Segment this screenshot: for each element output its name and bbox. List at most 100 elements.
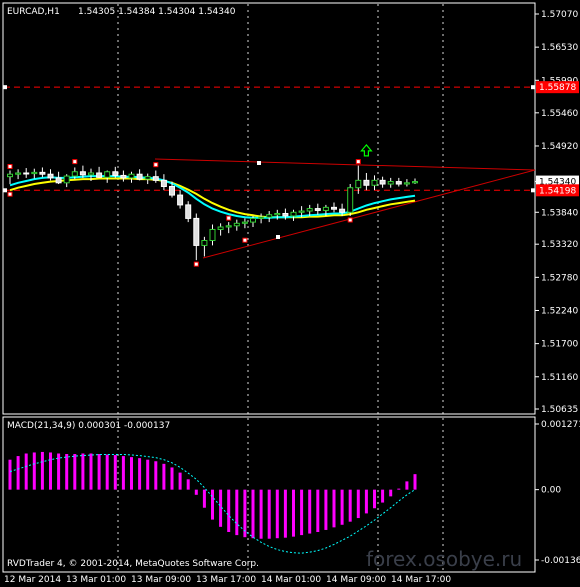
candle — [136, 169, 143, 181]
macd-bar — [154, 461, 158, 490]
macd-bar — [300, 489, 304, 536]
macd-bar — [194, 489, 198, 495]
candle-body — [169, 185, 175, 196]
candle-body — [290, 211, 297, 217]
candle — [241, 218, 248, 229]
chart-symbol-timeframe: EURCAD,H1 — [7, 7, 60, 17]
candle-body — [233, 222, 240, 227]
trendline-handle[interactable] — [276, 235, 280, 239]
candle — [63, 174, 70, 188]
macd-bar — [32, 452, 36, 490]
price-axis: 1.570701.565301.559901.554601.549201.543… — [535, 10, 578, 415]
candle — [128, 171, 135, 183]
trendline-handle[interactable] — [257, 161, 261, 165]
macd-bar — [267, 489, 271, 539]
candle-body — [104, 171, 111, 178]
macd-bar — [40, 451, 44, 490]
fractal-up-marker — [355, 159, 361, 165]
candle — [363, 172, 370, 191]
level-line-1-handle-right[interactable] — [531, 85, 535, 90]
macd-bar — [348, 489, 352, 522]
macd-bar — [162, 463, 166, 490]
candle-body — [79, 171, 86, 176]
candle-body — [201, 240, 208, 246]
candle — [225, 222, 232, 234]
macd-bar — [202, 489, 206, 508]
candle — [379, 176, 386, 188]
price-tick-label: 1.51700 — [541, 340, 578, 350]
candle-body — [193, 217, 200, 246]
candle — [15, 169, 22, 180]
candle — [7, 170, 13, 185]
candle-body — [96, 172, 103, 178]
macd-bar — [381, 489, 385, 503]
candle-body — [120, 174, 127, 179]
price-tick-label: 1.51160 — [541, 373, 578, 383]
price-tick-label: 1.52240 — [541, 306, 578, 316]
moving-averages — [9, 175, 416, 219]
macd-bar — [235, 489, 239, 536]
macd-bar — [65, 454, 69, 490]
candle-body — [241, 221, 248, 224]
macd-bar — [227, 489, 231, 533]
upper-trendline[interactable] — [154, 158, 536, 171]
candle-body — [177, 194, 184, 206]
level-line-2-handle[interactable] — [3, 188, 7, 193]
candle-body — [347, 187, 354, 213]
macd-bar — [316, 489, 320, 533]
macd-bar — [170, 467, 174, 490]
macd-bar — [146, 459, 150, 490]
candle — [55, 171, 62, 185]
candle-body — [144, 176, 151, 180]
macd-bar — [292, 489, 295, 537]
candle-body — [31, 171, 38, 175]
price-tick-label: 1.52780 — [541, 273, 578, 283]
watermark: forex.osobye.ru — [366, 547, 522, 571]
fractal-up-marker — [226, 215, 232, 221]
candle — [23, 168, 30, 178]
macd-bar — [413, 474, 417, 490]
candle — [347, 184, 354, 216]
macd-bar — [389, 489, 393, 497]
candle-body — [314, 208, 321, 211]
candle-body — [250, 217, 256, 223]
candle — [403, 179, 410, 187]
time-label: 13 Mar 17:00 — [196, 575, 256, 585]
copyright-text: RVDTrader 4, © 2001-2014, MetaQuotes Sof… — [7, 559, 259, 569]
macd-bar — [57, 453, 61, 490]
fractals — [7, 159, 361, 267]
macd-tick-label: -0.001362 — [541, 556, 580, 566]
macd-bar — [105, 454, 109, 490]
candle-body — [71, 171, 78, 177]
candle — [395, 177, 402, 187]
macd-bar — [356, 489, 360, 519]
candle-body — [23, 172, 30, 175]
candle — [185, 201, 192, 223]
macd-bar — [49, 452, 52, 490]
candle-body — [47, 173, 54, 179]
level-line-2-handle-right[interactable] — [531, 188, 535, 193]
macd-bar — [121, 456, 125, 490]
macd-bar — [397, 488, 401, 490]
signal-arrows — [360, 143, 373, 157]
macd-tick-label: 0.001271 — [541, 420, 580, 430]
macd-bar — [186, 479, 190, 490]
macd-bar — [259, 489, 263, 539]
macd-bar — [130, 457, 133, 490]
candle-body — [387, 181, 394, 185]
candle — [104, 170, 111, 183]
time-label: 14 Mar 17:00 — [391, 575, 451, 585]
slow-ma-line — [9, 177, 416, 219]
macd-bar — [89, 453, 93, 490]
level-line-1-handle[interactable] — [3, 85, 7, 90]
candle — [412, 178, 418, 185]
macd-axis: 0.001271 0.00 -0.001362 — [535, 420, 580, 566]
candle-body — [266, 214, 273, 218]
price-labels: 1.54340 1.55878 1.54198 — [536, 81, 579, 197]
macd-indicator-label: MACD(21,34,9) 0.000301 -0.000137 — [7, 421, 170, 431]
trading-chart[interactable]: EURCAD,H1 1.54305 1.54384 1.54304 1.5434… — [0, 0, 580, 587]
candle — [47, 169, 54, 181]
candle-body — [363, 179, 370, 186]
buy-arrow-icon[interactable] — [360, 143, 373, 157]
ohlc-readout: 1.54305 1.54384 1.54304 1.54340 — [78, 7, 236, 17]
